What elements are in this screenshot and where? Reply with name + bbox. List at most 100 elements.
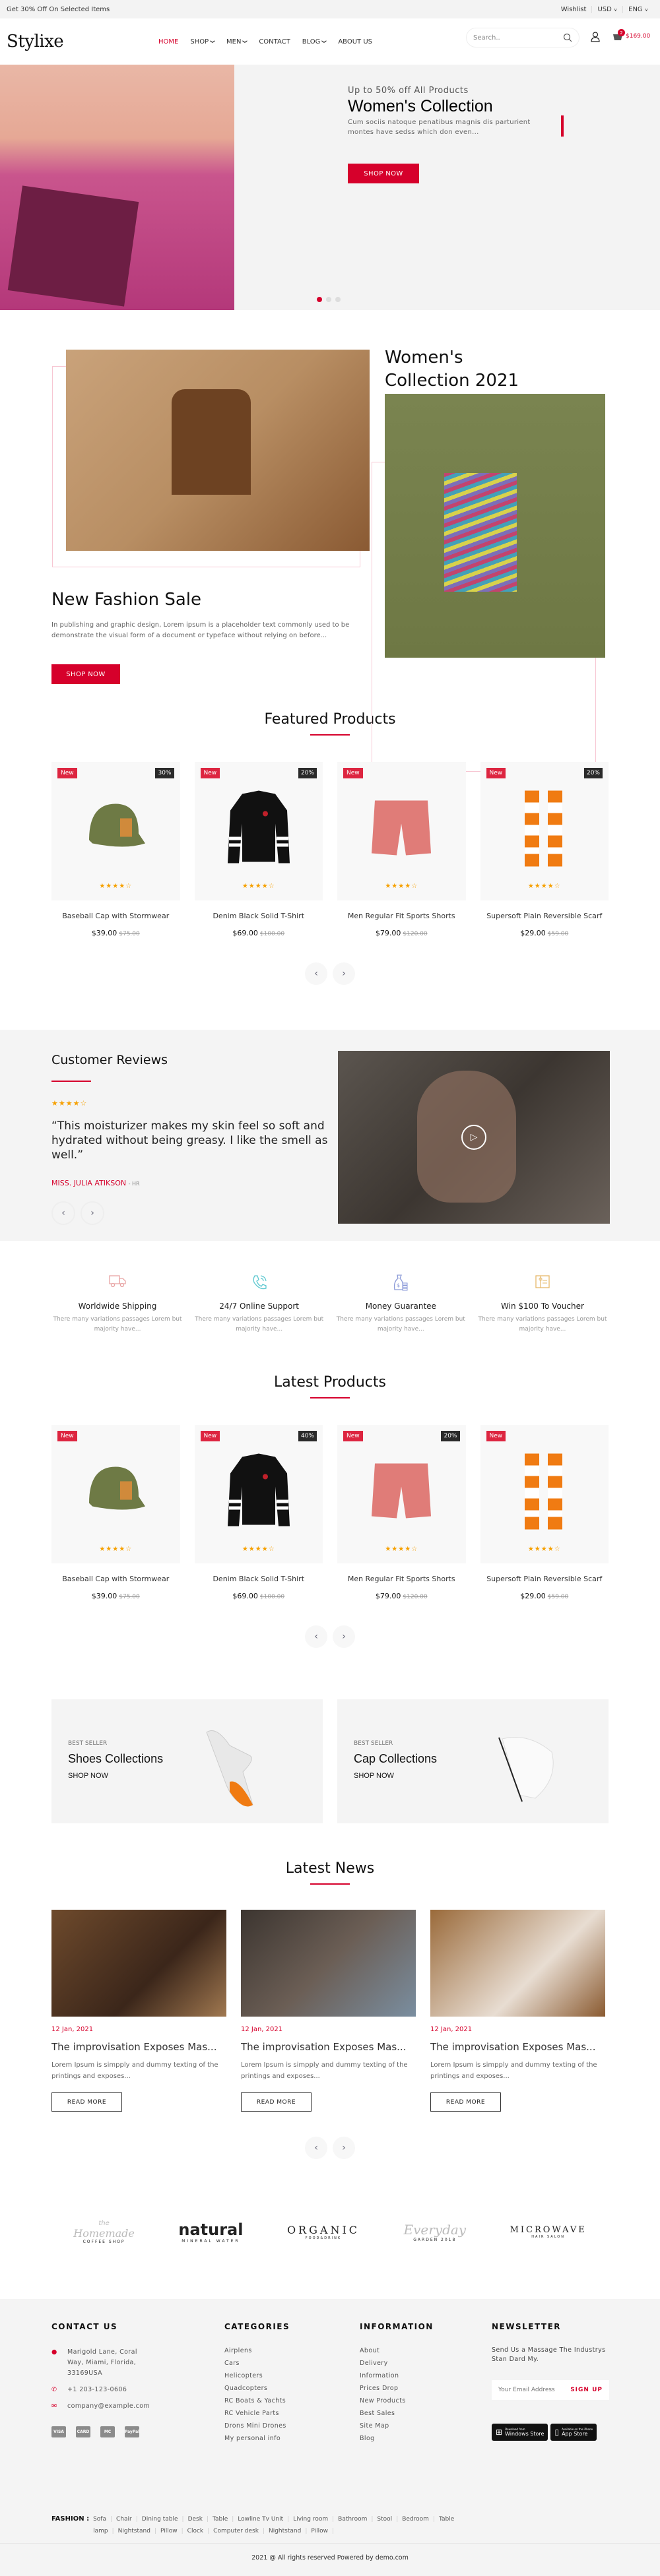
tag-link[interactable]: Nightstand — [118, 2528, 150, 2534]
category-link[interactable]: My personal info — [224, 2435, 290, 2442]
brand-logo[interactable]: natural MINERAL WATER — [178, 2220, 243, 2244]
tag-link[interactable]: Table — [213, 2516, 228, 2523]
tag-link[interactable]: Pillow — [160, 2528, 178, 2534]
scarf-product-image[interactable] — [508, 784, 581, 870]
next-arrow-button[interactable]: › — [333, 962, 355, 985]
product-card[interactable]: New ★★★★☆ Supersoft Plain Reversible Scarf… — [480, 1425, 609, 1600]
hoodie-product-image[interactable] — [222, 1447, 295, 1533]
tag-link[interactable]: Sofa — [93, 2516, 106, 2523]
news-title[interactable]: The improvisation Exposes Mas... — [51, 2041, 226, 2053]
scarf-product-image[interactable] — [508, 1447, 581, 1533]
user-icon[interactable] — [591, 32, 600, 42]
product-name[interactable]: Baseball Cap with Stormwear — [51, 1575, 180, 1583]
cart-button[interactable]: 2 $169.00 — [612, 29, 650, 41]
product-image-wrap[interactable]: New ★★★★☆ — [337, 762, 466, 900]
logo[interactable]: Stylixe — [7, 32, 152, 51]
product-card[interactable]: New ★★★★☆ Men Regular Fit Sports Shorts $79… — [337, 762, 466, 937]
brand-logo[interactable]: the Homemade COFFEE SHOP — [73, 2220, 135, 2244]
information-link[interactable]: About — [360, 2347, 434, 2354]
review-video[interactable]: ▷ — [338, 1051, 610, 1224]
product-card[interactable]: New ★★★★☆ Baseball Cap with Stormwear $39.0… — [51, 1425, 180, 1600]
brand-logo[interactable]: Everyday GARDEN 2018 — [403, 2222, 466, 2242]
currency-select[interactable]: USD ∨ — [591, 5, 622, 13]
men-fashion-image[interactable] — [66, 350, 370, 551]
next-arrow-button[interactable]: › — [333, 1625, 355, 1648]
tag-link[interactable]: Clock — [187, 2528, 203, 2534]
product-image-wrap[interactable]: New ★★★★☆ — [51, 1425, 180, 1563]
tag-link[interactable]: Stool — [377, 2516, 392, 2523]
search-input[interactable]: Search.. — [473, 34, 500, 42]
product-image-wrap[interactable]: New 30% ★★★★☆ — [51, 762, 180, 900]
read-more-button[interactable]: READ MORE — [51, 2092, 122, 2112]
brand-logo[interactable]: ORGANIC FOOD&DRINK — [287, 2224, 360, 2240]
product-name[interactable]: Supersoft Plain Reversible Scarf — [480, 912, 609, 920]
product-name[interactable]: Baseball Cap with Stormwear — [51, 912, 180, 920]
product-image-wrap[interactable]: New 20% ★★★★☆ — [480, 762, 609, 900]
category-link[interactable]: RC Boats & Yachts — [224, 2397, 290, 2404]
search-box[interactable]: Search.. — [466, 28, 579, 47]
search-icon[interactable] — [563, 33, 572, 42]
nav-item-men[interactable]: MEN ❯ — [226, 38, 248, 46]
tag-link[interactable]: Chair — [116, 2516, 132, 2523]
read-more-button[interactable]: READ MORE — [241, 2092, 312, 2112]
news-image[interactable] — [430, 1910, 605, 2017]
windows-store-button[interactable]: ⊞ Download from Windows Store — [492, 2424, 548, 2441]
banner-shop-now-link[interactable]: SHOP NOW — [354, 1772, 394, 1780]
product-name[interactable]: Men Regular Fit Sports Shorts — [337, 1575, 466, 1583]
prev-arrow-button[interactable]: ‹ — [305, 1625, 327, 1648]
play-icon[interactable]: ▷ — [461, 1125, 486, 1150]
next-arrow-button[interactable]: › — [333, 2137, 355, 2159]
product-image-wrap[interactable]: New 40% ★★★★☆ — [194, 1425, 323, 1563]
sign-up-button[interactable]: SIGN UP — [570, 2387, 603, 2393]
shorts-product-image[interactable] — [365, 784, 438, 870]
email-text[interactable]: company@example.com — [67, 2401, 150, 2412]
tag-link[interactable]: Computer desk — [213, 2528, 259, 2534]
information-link[interactable]: Prices Drop — [360, 2385, 434, 2392]
news-title[interactable]: The improvisation Exposes Mas... — [430, 2041, 605, 2053]
women-collection-image[interactable] — [385, 394, 605, 658]
information-link[interactable]: Blog — [360, 2435, 434, 2442]
product-card[interactable]: New 40% ★★★★☆ Denim Black Solid T-Shirt $69.… — [194, 1425, 323, 1600]
collection-banner-shoe[interactable]: BEST SELLER Shoes Collections SHOP NOW — [51, 1699, 323, 1823]
information-link[interactable]: Best Sales — [360, 2410, 434, 2417]
product-card[interactable]: New 30% ★★★★☆ Baseball Cap with Stormwear $3… — [51, 762, 180, 937]
news-image[interactable] — [241, 1910, 416, 2017]
nav-item-about-us[interactable]: ABOUT US — [338, 38, 372, 46]
prev-arrow-button[interactable]: ‹ — [51, 1201, 75, 1225]
category-link[interactable]: Airplens — [224, 2347, 290, 2354]
banner-shop-now-link[interactable]: SHOP NOW — [68, 1772, 108, 1780]
category-link[interactable]: Quadcopters — [224, 2385, 290, 2392]
slider-dot[interactable] — [335, 297, 341, 302]
prev-arrow-button[interactable]: ‹ — [305, 2137, 327, 2159]
prev-arrow-button[interactable]: ‹ — [305, 962, 327, 985]
product-card[interactable]: New 20% ★★★★☆ Men Regular Fit Sports Shorts… — [337, 1425, 466, 1600]
hero-shop-now-button[interactable]: SHOP NOW — [348, 164, 419, 183]
news-title[interactable]: The improvisation Exposes Mas... — [241, 2041, 416, 2053]
product-image-wrap[interactable]: New 20% ★★★★☆ — [337, 1425, 466, 1563]
product-name[interactable]: Denim Black Solid T-Shirt — [195, 1575, 323, 1583]
wishlist-link[interactable]: Wishlist — [556, 6, 592, 13]
next-arrow-button[interactable]: › — [81, 1201, 104, 1225]
category-link[interactable]: RC Vehicle Parts — [224, 2410, 290, 2417]
information-link[interactable]: New Products — [360, 2397, 434, 2404]
read-more-button[interactable]: READ MORE — [430, 2092, 501, 2112]
product-name[interactable]: Supersoft Plain Reversible Scarf — [480, 1575, 609, 1583]
shorts-product-image[interactable] — [365, 1447, 438, 1533]
promo-shop-now-button[interactable]: SHOP NOW — [51, 664, 120, 684]
category-link[interactable]: Helicopters — [224, 2372, 290, 2379]
cap-product-image[interactable] — [79, 1447, 152, 1533]
phone-text[interactable]: +1 203-123-0606 — [67, 2385, 127, 2395]
tag-link[interactable]: Lowline Tv Unit — [238, 2516, 283, 2523]
tag-link[interactable]: Dining table — [142, 2516, 178, 2523]
collection-banner-cap[interactable]: BEST SELLER Cap Collections SHOP NOW — [337, 1699, 609, 1823]
product-card[interactable]: New 20% ★★★★☆ Supersoft Plain Reversible Sc… — [480, 762, 609, 937]
nav-item-contact[interactable]: CONTACT — [259, 38, 290, 46]
cap-product-image[interactable] — [79, 784, 152, 870]
nav-item-home[interactable]: HOME — [158, 38, 178, 46]
tag-link[interactable]: Living room — [293, 2516, 328, 2523]
tag-link[interactable]: Nightstand — [269, 2528, 301, 2534]
newsletter-email-input[interactable] — [498, 2387, 564, 2393]
slider-dot[interactable] — [326, 297, 331, 302]
product-card[interactable]: New 20% ★★★★☆ Denim Black Solid T-Shirt $69.… — [194, 762, 323, 937]
nav-item-blog[interactable]: BLOG ❯ — [302, 38, 327, 46]
